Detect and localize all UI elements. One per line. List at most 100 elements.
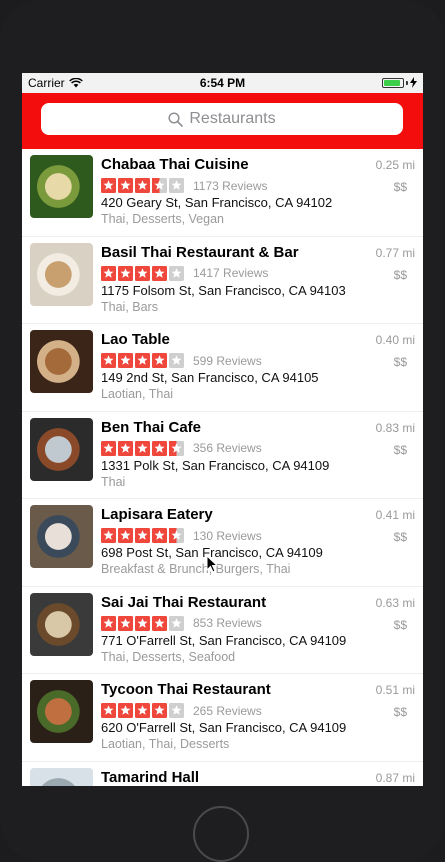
restaurant-photo (30, 417, 93, 481)
restaurant-name: Tycoon Thai Restaurant (101, 681, 271, 698)
restaurant-row[interactable]: Lao Table 0.40 mi $$ 599 Reviews 149 2nd St,… (22, 324, 423, 412)
restaurant-address: 771 O'Farrell St, San Francisco, CA 9410… (101, 632, 347, 648)
star-icon (169, 265, 184, 281)
restaurant-price: $$ (393, 180, 407, 194)
restaurant-categories: Laotian, Thai, Desserts (101, 737, 230, 751)
star-rating: 853 Reviews (101, 615, 262, 631)
restaurant-row[interactable]: Chabaa Thai Cuisine 0.25 mi $$ 1173 Reviews… (22, 149, 423, 237)
restaurant-name: Lapisara Eatery (101, 506, 213, 523)
star-icon (152, 178, 167, 193)
restaurant-row[interactable]: Lapisara Eatery 0.41 mi $$ 130 Reviews 698 P… (22, 499, 423, 587)
star-icon (101, 440, 116, 456)
restaurant-distance: 0.40 mi (375, 333, 415, 347)
restaurant-name: Lao Table (101, 331, 170, 348)
review-count: 1173 Reviews (193, 178, 268, 193)
battery-icon (382, 77, 404, 88)
charging-bolt-icon (410, 77, 417, 88)
home-button[interactable] (193, 806, 249, 862)
star-icon (169, 178, 184, 193)
search-input[interactable]: Restaurants (189, 110, 275, 128)
restaurant-distance: 0.25 mi (375, 158, 415, 172)
star-icon (118, 615, 133, 631)
clock: 6:54 PM (199, 76, 246, 90)
restaurant-price: $$ (393, 442, 407, 457)
mouse-cursor-icon (206, 555, 218, 573)
restaurant-categories: Thai, Desserts, Vegan (101, 212, 224, 226)
restaurant-name: Chabaa Thai Cuisine (101, 156, 249, 173)
star-rating: 1417 Reviews (101, 265, 269, 281)
star-icon (152, 440, 167, 456)
restaurant-distance: 0.41 mi (375, 508, 415, 522)
star-icon (169, 353, 184, 368)
star-icon (118, 353, 133, 368)
restaurant-address: 149 2nd St, San Francisco, CA 94105 (101, 370, 319, 385)
star-rating: 265 Reviews (101, 703, 262, 718)
restaurant-address: 1175 Folsom St, San Francisco, CA 94103 (101, 282, 346, 298)
review-count: 599 Reviews (193, 353, 262, 368)
restaurant-categories: Thai (101, 474, 126, 489)
star-icon (152, 615, 167, 631)
star-icon (101, 353, 116, 368)
restaurant-price: $$ (393, 530, 407, 544)
star-icon (152, 703, 167, 718)
review-count: 265 Reviews (193, 703, 262, 718)
restaurant-photo (30, 155, 93, 218)
restaurant-photo (30, 242, 93, 306)
restaurant-distance: 0.87 mi (375, 770, 415, 785)
restaurant-list[interactable]: Chabaa Thai Cuisine 0.25 mi $$ 1173 Reviews… (22, 149, 423, 786)
search-bar[interactable]: Restaurants (41, 103, 403, 135)
restaurant-photo (30, 767, 93, 786)
restaurant-distance: 0.83 mi (375, 420, 415, 435)
restaurant-categories: Laotian, Thai (101, 387, 174, 401)
star-icon (118, 528, 133, 543)
phone-frame: Carrier 6:54 PM Restaurants Chabaa Thai … (0, 0, 445, 862)
star-icon (135, 178, 150, 193)
star-icon (135, 353, 150, 368)
battery-level (384, 79, 401, 86)
restaurant-categories: Thai, Bars (101, 299, 158, 314)
star-icon (118, 178, 133, 193)
restaurant-price: $$ (393, 617, 407, 632)
star-rating: 130 Reviews (101, 528, 262, 543)
restaurant-row[interactable]: Tycoon Thai Restaurant 0.51 mi $$ 265 Revie… (22, 674, 423, 762)
restaurant-address: 1331 Polk St, San Francisco, CA 94109 (101, 457, 330, 473)
restaurant-distance: 0.63 mi (375, 595, 415, 610)
star-icon (152, 265, 167, 281)
star-icon (135, 528, 150, 543)
star-icon (101, 265, 116, 281)
review-count: 130 Reviews (193, 528, 262, 543)
star-rating: 356 Reviews (101, 440, 262, 456)
star-icon (169, 703, 184, 718)
restaurant-name: Ben Thai Cafe (101, 418, 202, 436)
star-icon (135, 440, 150, 456)
restaurant-row[interactable]: Ben Thai Cafe 0.83 mi $$ 356 Reviews 1331 Po… (22, 412, 423, 499)
restaurant-categories: Breakfast & Brunch, Burgers, Thai (101, 562, 291, 576)
restaurant-name: Sai Jai Thai Restaurant (101, 593, 267, 611)
restaurant-photo (30, 505, 93, 568)
restaurant-photo (30, 592, 93, 656)
battery-tip (406, 80, 408, 85)
restaurant-row[interactable]: Sai Jai Thai Restaurant 0.63 mi $$ 853 Revi… (22, 587, 423, 674)
review-count: 356 Reviews (193, 441, 262, 455)
star-icon (118, 703, 133, 718)
restaurant-distance: 0.51 mi (375, 683, 415, 697)
restaurant-price: $$ (393, 267, 407, 282)
star-icon (169, 528, 184, 543)
star-rating: 599 Reviews (101, 353, 262, 368)
star-icon (101, 703, 116, 718)
star-icon (169, 440, 184, 456)
restaurant-categories: Thai, Desserts, Seafood (101, 649, 236, 664)
restaurant-distance: 0.77 mi (375, 245, 415, 260)
battery-indicator (382, 77, 417, 88)
review-count: 853 Reviews (193, 616, 262, 630)
restaurant-photo (30, 680, 93, 743)
star-icon (135, 265, 150, 281)
restaurant-row[interactable]: Basil Thai Restaurant & Bar 0.77 mi $$ 1417… (22, 237, 423, 324)
star-icon (101, 528, 116, 543)
review-count: 1417 Reviews (193, 266, 269, 280)
restaurant-row[interactable]: Tamarind Hall0.87 mi$$ (22, 762, 423, 786)
app-screen: Carrier 6:54 PM Restaurants Chabaa Thai … (22, 73, 423, 786)
status-bar: Carrier 6:54 PM (22, 73, 423, 93)
star-icon (118, 440, 133, 456)
search-icon (168, 111, 184, 127)
